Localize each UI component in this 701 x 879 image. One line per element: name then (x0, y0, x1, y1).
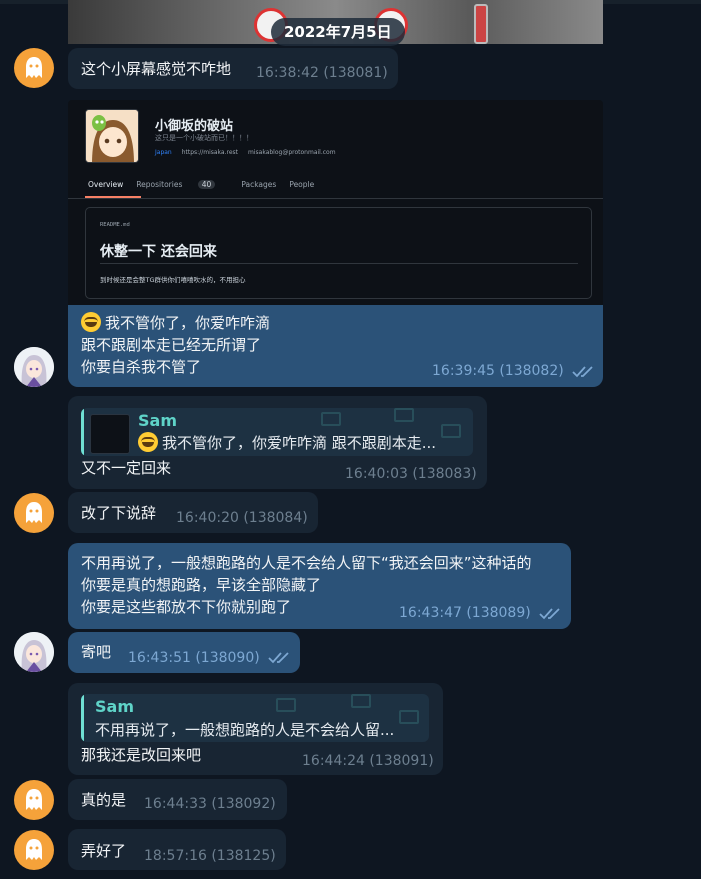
tab-packages: Packages (241, 180, 277, 189)
message-bubble-outgoing[interactable]: 我不管你了，你爱咋咋滴 跟不跟剧本走已经无所谓了 你要自杀我不管了 16:39:… (68, 305, 603, 387)
laptop-pattern-icon (394, 408, 414, 422)
reply-text: 我不管你了，你爱咋咋滴 跟不跟剧本走... (138, 432, 436, 453)
laptop-pattern-icon (276, 698, 296, 712)
tab-overview: Overview (88, 180, 124, 189)
message-line: 你要是这些都放不下你就别跑了 (81, 598, 292, 616)
email-text: misakablog@protonmail.com (248, 149, 336, 156)
message-line: 不用再说了，一般想跑路的人是不会给人留下“我还会回来”这种话的 (81, 554, 532, 572)
repo-count-badge: 40 (197, 180, 216, 189)
message-line: 你要自杀我不管了 (81, 358, 202, 376)
message-meta: 16:40:03 (138083) (345, 466, 477, 482)
message-bubble-incoming[interactable]: 改了下说辞 16:40:20 (138084) (68, 492, 318, 533)
message-text: 真的是 (81, 791, 127, 809)
grinning-sweat-emoji-icon (138, 432, 158, 452)
message-meta: 16:39:45 (138082) (432, 363, 564, 379)
grinning-sweat-emoji-icon (81, 312, 101, 332)
profile-tabs: Overview Repositories 40 Packages People (88, 180, 327, 189)
laptop-pattern-icon (351, 694, 371, 708)
message-text: 改了下说辞 (81, 504, 157, 522)
tab-people: People (289, 180, 315, 189)
reply-sender: Sam (138, 411, 177, 430)
laptop-pattern-icon (441, 424, 461, 438)
avatar-ghost[interactable] (14, 830, 54, 870)
message-text: 弄好了 (81, 842, 127, 860)
message-bubble-incoming[interactable]: 这个小屏幕感觉不咋地 16:38:42 (138081) (68, 48, 398, 89)
github-profile-screenshot[interactable]: 小御坂的破站 这只是一个小破站而已！！！！ Japan https://misak… (68, 100, 603, 305)
profile-avatar-image (85, 109, 139, 163)
reply-sender: Sam (95, 697, 134, 716)
message-text: 又不一定回来 (81, 459, 172, 477)
tabs-divider (68, 198, 603, 199)
profile-name: 小御坂的破站 (155, 119, 234, 134)
laptop-pattern-icon (399, 710, 419, 724)
reply-quote[interactable]: Sam 我不管你了，你爱咋咋滴 跟不跟剧本走... (81, 408, 473, 456)
message-text: 这个小屏幕感觉不咋地 (81, 60, 232, 78)
message-bubble-outgoing[interactable]: 寄吧 16:43:51 (138090) (68, 632, 300, 673)
website-text: https://misaka.rest (181, 149, 239, 156)
reply-text: 不用再说了，一般想跑路的人是不会给人留... (95, 721, 395, 739)
readme-text: 到时候还是会整TG群供你们嘻嘻吹水的，不用担心 (100, 276, 246, 284)
message-bubble-outgoing[interactable]: 不用再说了，一般想跑路的人是不会给人留下“我还会回来”这种话的 你要是真的想跑路… (68, 543, 571, 629)
message-meta: 16:44:33 (138092) (144, 796, 276, 812)
red-door-image (474, 4, 488, 44)
message-line: 你要是真的想跑路，早该全部隐藏了 (81, 576, 322, 594)
message-meta: 16:40:20 (138084) (176, 510, 308, 526)
message-text: 寄吧 (81, 643, 112, 661)
message-bubble-incoming[interactable]: 真的是 16:44:33 (138092) (68, 779, 287, 820)
message-meta: 16:43:51 (138090) (128, 650, 260, 666)
profile-bio: 这只是一个小破站而已！！！！ (155, 134, 253, 142)
reply-quote[interactable]: Sam 不用再说了，一般想跑路的人是不会给人留... (81, 694, 429, 742)
message-meta: 16:38:42 (138081) (256, 65, 388, 81)
message-text: 那我还是改回来吧 (81, 746, 202, 764)
message-meta: 18:57:16 (138125) (144, 848, 276, 864)
message-meta: 16:43:47 (138089) (399, 605, 531, 621)
readme-filename: README.md (100, 222, 130, 228)
message-line: 我不管你了，你爱咋咋滴 (81, 312, 270, 334)
readme-divider (100, 263, 578, 264)
ghost-icon (26, 57, 42, 78)
location-text: Japan (155, 149, 172, 156)
avatar-anime-girl[interactable] (14, 632, 54, 672)
message-meta: 16:44:24 (138091) (302, 753, 434, 769)
tab-repositories: Repositories 40 (136, 180, 228, 189)
avatar-ghost[interactable] (14, 48, 54, 88)
ghost-icon (26, 839, 42, 860)
message-bubble-incoming[interactable]: 弄好了 18:57:16 (138125) (68, 829, 286, 870)
double-check-icon (539, 608, 560, 620)
avatar-anime-girl[interactable] (14, 347, 54, 387)
date-separator: 2022年7月5日 (271, 18, 405, 46)
ghost-icon (26, 789, 42, 810)
double-check-icon (268, 652, 289, 664)
message-line: 跟不跟剧本走已经无所谓了 (81, 336, 262, 354)
reply-thumbnail-image (90, 414, 130, 454)
reply-bar (81, 694, 84, 742)
avatar-ghost[interactable] (14, 780, 54, 820)
laptop-pattern-icon (321, 412, 341, 426)
avatar-ghost[interactable] (14, 493, 54, 533)
ghost-icon (26, 502, 42, 523)
message-bubble-incoming[interactable]: Sam 我不管你了，你爱咋咋滴 跟不跟剧本走... 又不一定回来 16:40:0… (68, 396, 487, 489)
reply-bar (81, 408, 84, 456)
double-check-icon (572, 366, 593, 378)
readme-title: 休整一下 还会回来 (100, 244, 217, 260)
readme-card: README.md 休整一下 还会回来 到时候还是会整TG群供你们嘻嘻吹水的，不… (85, 207, 592, 299)
profile-info: Japan https://misaka.rest misakablog@proto… (155, 149, 346, 156)
message-bubble-incoming[interactable]: Sam 不用再说了，一般想跑路的人是不会给人留... 那我还是改回来吧 16:4… (68, 683, 443, 775)
